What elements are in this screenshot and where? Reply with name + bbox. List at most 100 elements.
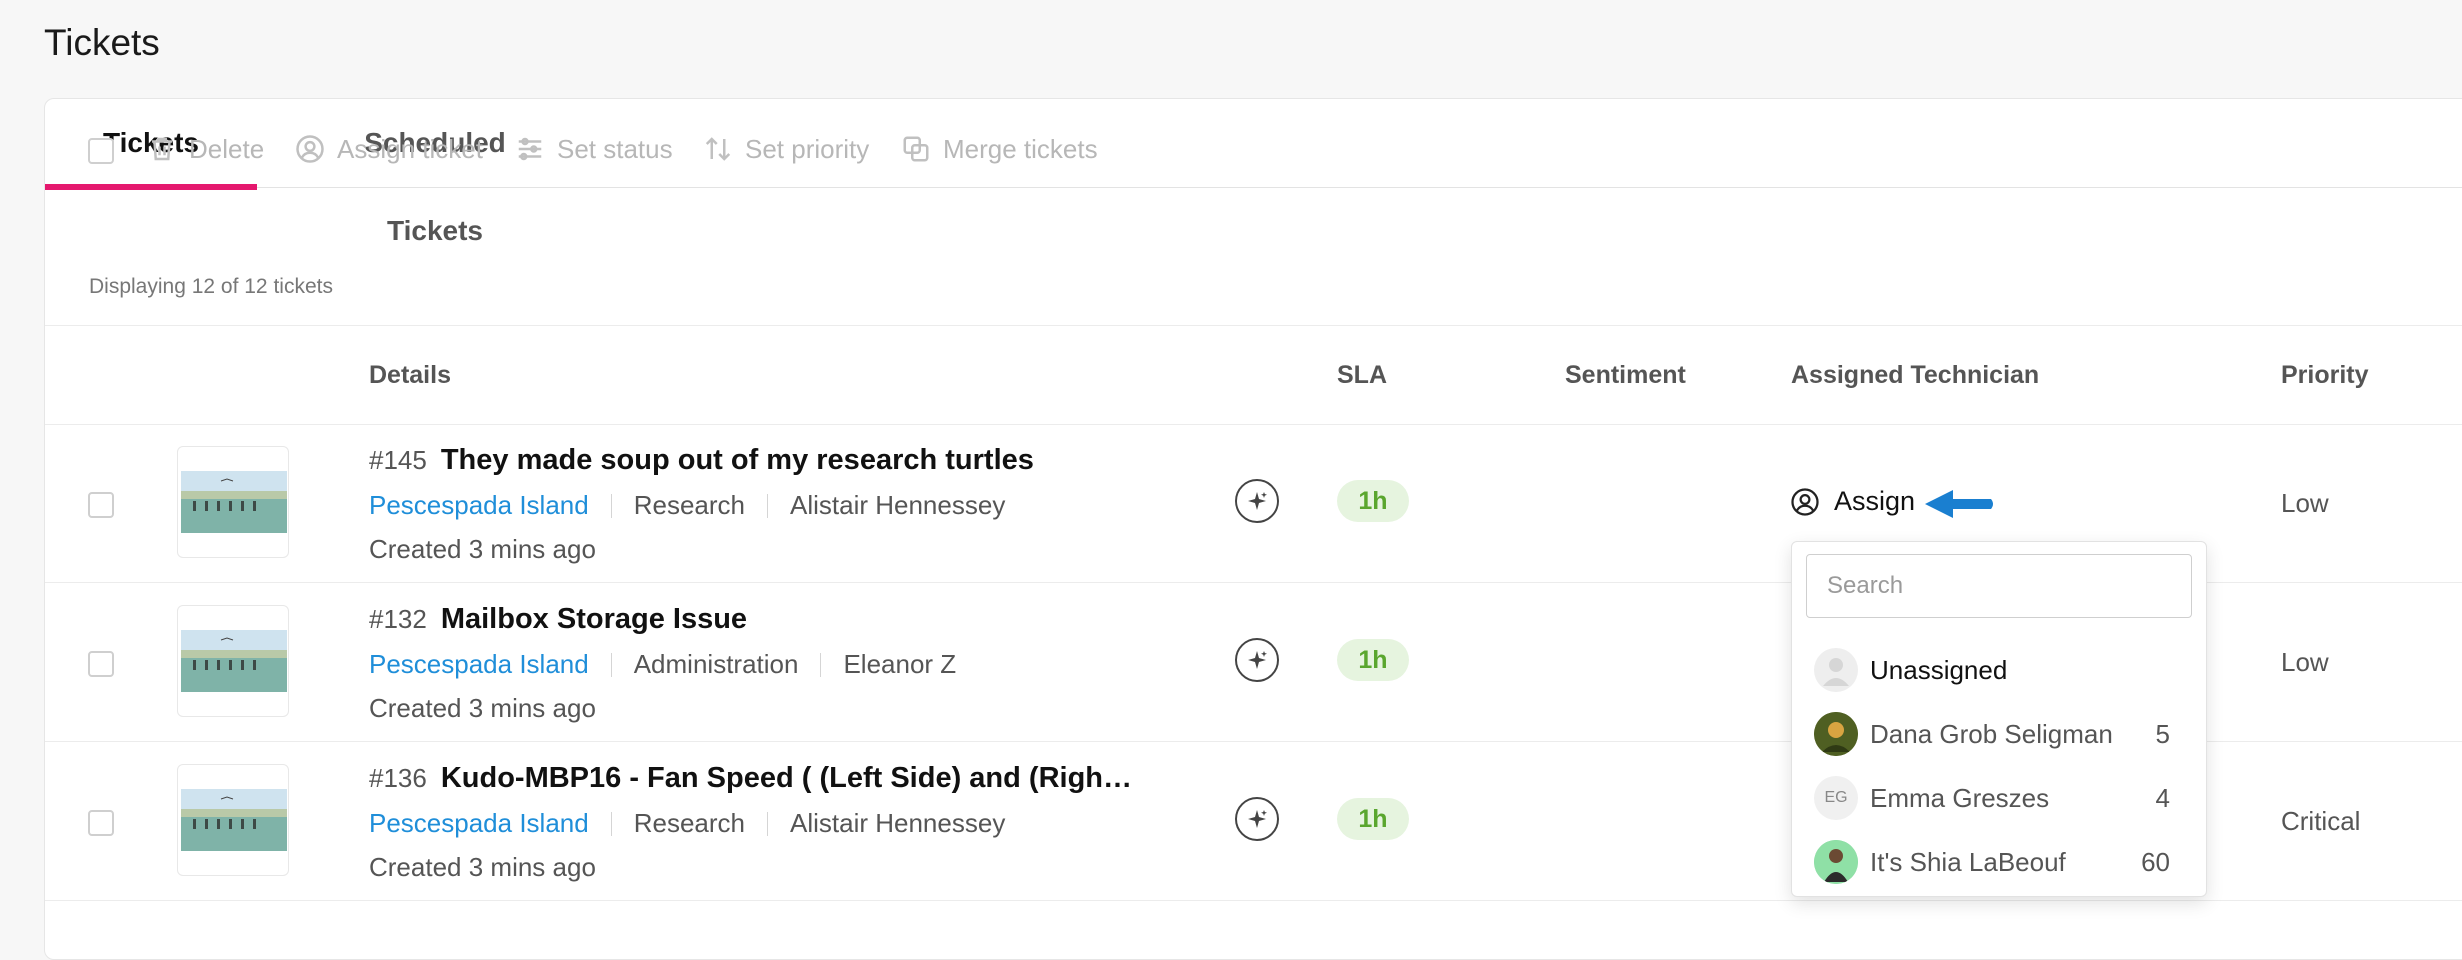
ticket-header: #132 Mailbox Storage Issue xyxy=(369,603,747,636)
ticket-thumbnail xyxy=(177,605,289,717)
beach-image xyxy=(181,789,287,851)
column-sla[interactable]: SLA xyxy=(1337,326,1387,424)
avatar xyxy=(1814,712,1858,756)
table-header: Details SLA Sentiment Assigned Technicia… xyxy=(45,325,2462,425)
sla-badge: 1h xyxy=(1337,639,1409,681)
site-link[interactable]: Pescespada Island xyxy=(369,490,589,521)
set-status-label: Set status xyxy=(557,133,673,164)
assign-technician-button[interactable]: Assign xyxy=(1790,486,1915,517)
ticket-id: #132 xyxy=(369,604,427,634)
delete-label: Delete xyxy=(189,133,265,164)
set-status-button[interactable]: Set status xyxy=(515,131,673,167)
ai-summary-button[interactable] xyxy=(1235,638,1279,682)
requester: Alistair Hennessey xyxy=(790,808,1006,838)
department: Administration xyxy=(633,649,799,679)
divider xyxy=(820,652,822,677)
row-checkbox[interactable] xyxy=(88,492,114,518)
user-circle-icon xyxy=(296,135,324,163)
beach-image xyxy=(181,471,287,533)
technician-option[interactable]: EG Emma Greszes 4 xyxy=(1792,766,2206,830)
divider xyxy=(767,811,768,836)
ai-summary-button[interactable] xyxy=(1235,797,1279,841)
created-time: Created 3 mins ago xyxy=(369,534,596,564)
assign-technician-dropdown: Unassigned Dana Grob Seligman 5 EG Emma … xyxy=(1791,541,2207,897)
sliders-icon xyxy=(518,137,542,161)
priority-value: Low xyxy=(2281,488,2329,518)
assign-ticket-button[interactable]: Assign ticket xyxy=(295,131,483,167)
assign-ticket-label: Assign ticket xyxy=(337,133,483,164)
column-priority[interactable]: Priority xyxy=(2281,326,2369,424)
ticket-thumbnail xyxy=(177,446,289,558)
user-circle-icon xyxy=(1791,487,1819,516)
delete-button[interactable]: Delete xyxy=(147,131,264,167)
merge-tickets-button[interactable]: Merge tickets xyxy=(901,131,1098,167)
sparkle-icon xyxy=(1248,492,1267,510)
ai-summary-button[interactable] xyxy=(1235,479,1279,523)
sla-badge: 1h xyxy=(1337,798,1409,840)
ticket-thumbnail xyxy=(177,764,289,876)
set-priority-button[interactable]: Set priority xyxy=(703,131,869,167)
priority-value: Low xyxy=(2281,647,2329,677)
row-checkbox[interactable] xyxy=(88,651,114,677)
technician-name: Dana Grob Seligman xyxy=(1870,718,2113,749)
sort-arrows-icon xyxy=(705,137,731,161)
set-priority-label: Set priority xyxy=(745,133,870,164)
ticket-title[interactable]: Kudo-MBP16 - Fan Speed ( (Left Side) and… xyxy=(441,762,1132,795)
technician-name: Emma Greszes xyxy=(1870,782,2050,813)
technician-option[interactable]: Dana Grob Seligman 5 xyxy=(1792,702,2206,766)
ticket-header: #136 Kudo-MBP16 - Fan Speed ( (Left Side… xyxy=(369,762,1132,795)
ticket-meta: Pescespada Island Administration Eleanor… xyxy=(369,649,956,680)
divider xyxy=(610,811,612,836)
requester: Eleanor Z xyxy=(843,649,957,679)
avatar-initials: EG xyxy=(1814,776,1858,820)
technician-name: Unassigned xyxy=(1870,654,2008,685)
assign-label: Assign xyxy=(1834,486,1916,516)
divider xyxy=(767,493,768,518)
divider xyxy=(610,652,612,677)
technician-ticket-count: 60 xyxy=(2141,846,2170,877)
ticket-title[interactable]: Mailbox Storage Issue xyxy=(441,603,747,636)
sparkle-icon xyxy=(1248,810,1267,828)
technician-search-input[interactable] xyxy=(1806,554,2192,618)
avatar xyxy=(1814,840,1858,884)
beach-image xyxy=(181,630,287,692)
department: Research xyxy=(633,490,745,520)
merge-icon xyxy=(903,136,929,162)
user-placeholder-icon xyxy=(1823,658,1849,686)
column-details[interactable]: Details xyxy=(369,326,451,424)
displaying-count: Displaying 12 of 12 tickets xyxy=(89,275,333,298)
ticket-meta: Pescespada Island Research Alistair Henn… xyxy=(369,490,1005,521)
ticket-id: #145 xyxy=(369,445,427,475)
site-link[interactable]: Pescespada Island xyxy=(369,808,589,839)
created-time: Created 3 mins ago xyxy=(369,852,596,882)
technician-option[interactable]: It's Shia LaBeouf 60 xyxy=(1792,830,2206,894)
requester: Alistair Hennessey xyxy=(790,490,1006,520)
technician-ticket-count: 5 xyxy=(2155,718,2170,749)
divider xyxy=(610,493,612,518)
column-sentiment[interactable]: Sentiment xyxy=(1565,326,1686,424)
sla-badge: 1h xyxy=(1337,480,1409,522)
select-all-checkbox[interactable] xyxy=(88,138,114,164)
technician-ticket-count: 4 xyxy=(2155,782,2170,813)
row-checkbox[interactable] xyxy=(88,810,114,836)
tickets-card: Tickets Scheduled Tickets Delete Assign … xyxy=(44,98,2462,960)
department: Research xyxy=(633,808,745,838)
avatar-photo xyxy=(1814,840,1858,884)
avatar xyxy=(1814,648,1858,692)
ticket-header: #145 They made soup out of my research t… xyxy=(369,444,1034,477)
column-assigned-technician[interactable]: Assigned Technician xyxy=(1791,326,2039,424)
avatar-photo xyxy=(1814,712,1858,756)
sparkle-icon xyxy=(1248,651,1267,669)
priority-value: Critical xyxy=(2281,806,2361,836)
page-title: Tickets xyxy=(44,22,160,63)
merge-tickets-label: Merge tickets xyxy=(943,133,1098,164)
ticket-title[interactable]: They made soup out of my research turtle… xyxy=(441,444,1034,477)
arrow-left-icon xyxy=(1925,490,1993,518)
technician-name: It's Shia LaBeouf xyxy=(1870,846,2066,877)
created-time: Created 3 mins ago xyxy=(369,693,596,723)
trash-icon xyxy=(152,137,172,161)
ticket-meta: Pescespada Island Research Alistair Henn… xyxy=(369,808,1005,839)
ticket-id: #136 xyxy=(369,763,427,793)
technician-option-unassigned[interactable]: Unassigned xyxy=(1792,638,2206,702)
site-link[interactable]: Pescespada Island xyxy=(369,649,589,680)
